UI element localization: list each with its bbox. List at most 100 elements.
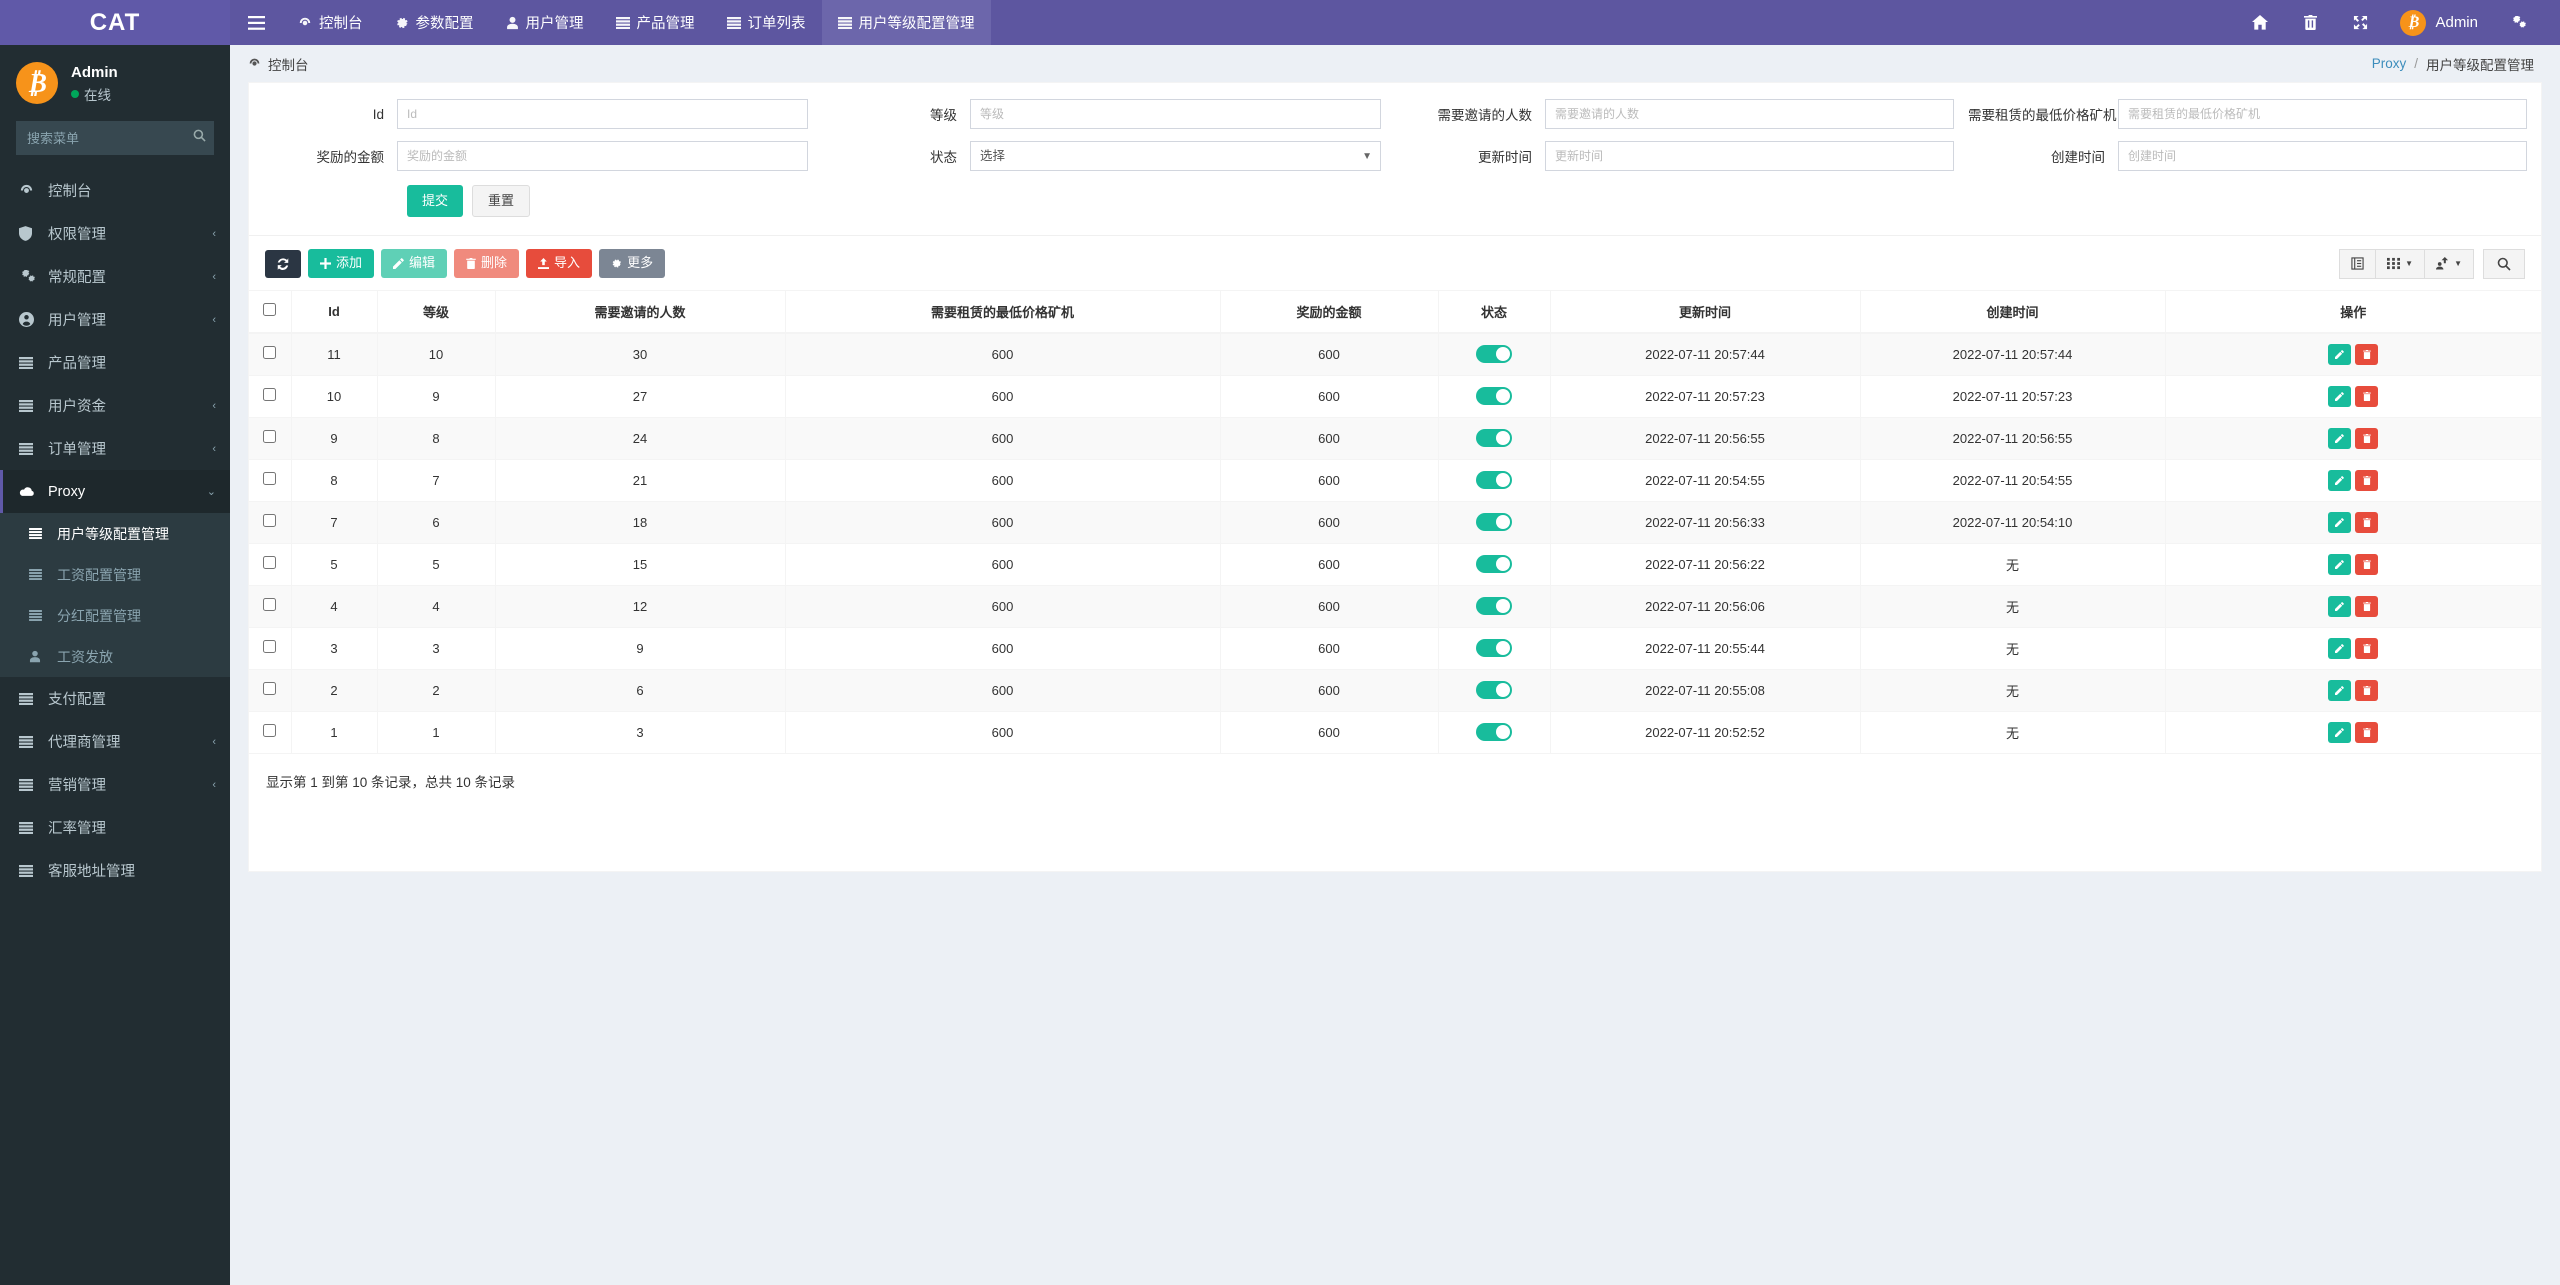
search-input-level[interactable] (970, 99, 1381, 129)
search-input-min-price[interactable] (2118, 99, 2527, 129)
nav-tab-user-level-config[interactable]: 用户等级配置管理 (821, 0, 991, 45)
clear-cache-button[interactable] (2286, 0, 2335, 45)
col-reward[interactable]: 奖励的金额 (1220, 289, 1439, 334)
col-updated[interactable]: 更新时间 (1550, 289, 1861, 334)
row-checkbox[interactable] (263, 556, 277, 570)
sidebar-search-input[interactable] (16, 121, 214, 155)
sidebar-item-agent-management[interactable]: 代理商管理 ‹ (0, 720, 230, 763)
table-row[interactable]: 2 2 6 600 600 2022-07-11 20:55:08 无 (249, 669, 2541, 712)
table-row[interactable]: 8 7 21 600 600 2022-07-11 20:54:55 2022-07-11 … (249, 459, 2541, 502)
sidebar-item-permissions[interactable]: 权限管理 ‹ (0, 212, 230, 255)
nav-tab-users[interactable]: 用户管理 (490, 0, 600, 45)
row-checkbox[interactable] (263, 682, 277, 696)
col-status[interactable]: 状态 (1438, 289, 1551, 334)
breadcrumb-link-proxy[interactable]: Proxy (2372, 56, 2407, 71)
status-toggle[interactable] (1476, 555, 1512, 574)
sidebar-subitem-dividend-config[interactable]: 分红配置管理 (0, 595, 230, 636)
row-checkbox[interactable] (263, 430, 277, 444)
edit-button[interactable]: 编辑 (381, 249, 448, 279)
row-delete-button[interactable] (2355, 679, 2379, 701)
status-toggle[interactable] (1476, 639, 1512, 658)
sidebar-item-dashboard[interactable]: 控制台 (0, 169, 230, 212)
col-created[interactable]: 创建时间 (1860, 289, 2166, 334)
search-icon[interactable] (193, 129, 206, 142)
table-row[interactable]: 9 8 24 600 600 2022-07-11 20:56:55 2022-07-11 … (249, 417, 2541, 460)
search-input-created-time[interactable] (2118, 141, 2527, 171)
table-search-button[interactable] (2483, 248, 2525, 279)
nav-tab-orders[interactable]: 订单列表 (711, 0, 822, 45)
nav-tab-products[interactable]: 产品管理 (600, 0, 711, 45)
search-input-reward[interactable] (397, 141, 808, 171)
status-toggle[interactable] (1476, 471, 1512, 490)
status-toggle[interactable] (1476, 597, 1512, 616)
row-checkbox[interactable] (263, 640, 277, 654)
fullscreen-button[interactable] (2335, 0, 2386, 45)
columns-toggle-button[interactable] (2339, 248, 2377, 279)
row-delete-button[interactable] (2355, 511, 2379, 533)
search-input-updated-time[interactable] (1545, 141, 1954, 171)
table-row[interactable]: 10 9 27 600 600 2022-07-11 20:57:23 2022-07-11… (249, 375, 2541, 418)
row-checkbox[interactable] (263, 388, 277, 402)
table-row[interactable]: 3 3 9 600 600 2022-07-11 20:55:44 无 (249, 627, 2541, 670)
home-button[interactable] (2234, 0, 2286, 45)
sidebar-subitem-salary-config[interactable]: 工资配置管理 (0, 554, 230, 595)
table-row[interactable]: 5 5 15 600 600 2022-07-11 20:56:22 无 (249, 543, 2541, 586)
delete-button[interactable]: 删除 (454, 249, 520, 279)
row-edit-button[interactable] (2328, 595, 2352, 617)
row-delete-button[interactable] (2355, 595, 2379, 617)
row-delete-button[interactable] (2355, 385, 2379, 407)
sidebar-user-panel[interactable]: ₿ Admin 在线 (0, 45, 230, 121)
sidebar-item-user-management[interactable]: 用户管理 ‹ (0, 298, 230, 341)
col-level[interactable]: 等级 (377, 289, 496, 334)
row-delete-button[interactable] (2355, 721, 2379, 743)
sidebar-subitem-user-level-config[interactable]: 用户等级配置管理 (0, 513, 230, 554)
sidebar-item-user-funds[interactable]: 用户资金 ‹ (0, 384, 230, 427)
row-edit-button[interactable] (2328, 385, 2352, 407)
sidebar-item-order-management[interactable]: 订单管理 ‹ (0, 427, 230, 470)
grid-view-button[interactable]: ▼ (2375, 248, 2426, 279)
row-edit-button[interactable] (2328, 511, 2352, 533)
sidebar-item-payment-config[interactable]: 支付配置 (0, 677, 230, 720)
status-toggle[interactable] (1476, 513, 1512, 532)
row-checkbox[interactable] (263, 598, 277, 612)
row-checkbox[interactable] (263, 346, 277, 360)
sidebar-item-support-address[interactable]: 客服地址管理 (0, 849, 230, 892)
col-min-price[interactable]: 需要租赁的最低价格矿机 (785, 289, 1221, 334)
sidebar-item-products[interactable]: 产品管理 (0, 341, 230, 384)
refresh-button[interactable] (265, 249, 301, 278)
table-row[interactable]: 7 6 18 600 600 2022-07-11 20:56:33 2022-07-11 … (249, 501, 2541, 544)
row-edit-button[interactable] (2328, 721, 2352, 743)
row-delete-button[interactable] (2355, 637, 2379, 659)
search-input-id[interactable] (397, 99, 808, 129)
nav-tab-params[interactable]: 参数配置 (379, 0, 490, 45)
col-invites[interactable]: 需要邀请的人数 (495, 289, 786, 334)
reset-button[interactable]: 重置 (472, 185, 531, 217)
more-button[interactable]: 更多 (599, 249, 666, 279)
settings-button[interactable] (2492, 0, 2544, 45)
search-input-invites[interactable] (1545, 99, 1954, 129)
row-edit-button[interactable] (2328, 637, 2352, 659)
row-checkbox[interactable] (263, 514, 277, 528)
row-delete-button[interactable] (2355, 553, 2379, 575)
navbar-user-menu[interactable]: ₿ Admin (2386, 0, 2492, 45)
sidebar-toggle-button[interactable] (230, 0, 282, 45)
app-logo[interactable]: CAT (0, 0, 230, 45)
row-delete-button[interactable] (2355, 343, 2379, 365)
sidebar-item-exchange-rate[interactable]: 汇率管理 (0, 806, 230, 849)
table-row[interactable]: 11 10 30 600 600 2022-07-11 20:57:44 2022-07-1… (249, 332, 2541, 376)
row-edit-button[interactable] (2328, 343, 2352, 365)
sidebar-item-general-config[interactable]: 常规配置 ‹ (0, 255, 230, 298)
row-delete-button[interactable] (2355, 469, 2379, 491)
nav-tab-dashboard[interactable]: 控制台 (282, 0, 379, 45)
table-row[interactable]: 4 4 12 600 600 2022-07-11 20:56:06 无 (249, 585, 2541, 628)
submit-button[interactable]: 提交 (407, 185, 464, 217)
row-checkbox[interactable] (263, 472, 277, 486)
import-button[interactable]: 导入 (526, 249, 593, 279)
row-delete-button[interactable] (2355, 427, 2379, 449)
row-edit-button[interactable] (2328, 469, 2352, 491)
sidebar-item-marketing[interactable]: 营销管理 ‹ (0, 763, 230, 806)
export-button[interactable]: ▼ (2424, 248, 2474, 279)
status-toggle[interactable] (1476, 387, 1512, 406)
status-toggle[interactable] (1476, 723, 1512, 742)
status-toggle[interactable] (1476, 429, 1512, 448)
